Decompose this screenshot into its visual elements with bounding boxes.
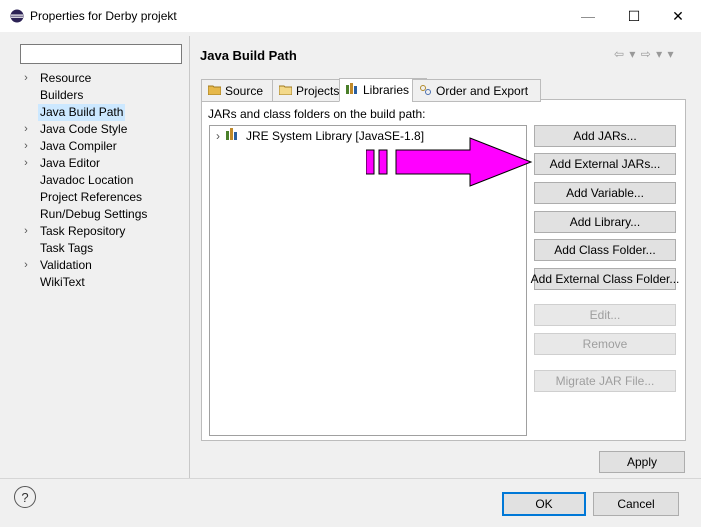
order-export-icon: [419, 84, 432, 98]
chevron-right-icon[interactable]: ›: [20, 257, 32, 274]
add-external-class-folder-button[interactable]: Add External Class Folder...: [531, 268, 679, 290]
tab-label: Projects: [296, 83, 340, 98]
chevron-right-icon[interactable]: ›: [20, 138, 32, 155]
tab-label: Libraries: [363, 83, 410, 97]
chevron-right-icon[interactable]: ›: [20, 70, 32, 87]
tree-item-label: Task Repository: [40, 224, 126, 238]
chevron-right-icon[interactable]: ›: [20, 155, 32, 172]
annotation-arrow-icon: [366, 137, 533, 187]
help-icon[interactable]: ?: [14, 486, 36, 508]
sash-divider[interactable]: [189, 36, 190, 478]
tree-item-label: Javadoc Location: [40, 173, 134, 187]
source-folder-icon: [207, 84, 222, 98]
tab-label: Source: [225, 83, 264, 98]
add-external-jars-button[interactable]: Add External JARs...: [534, 153, 676, 175]
tree-item-label: Task Tags: [40, 241, 94, 255]
footer-divider: [0, 478, 701, 479]
chevron-right-icon[interactable]: ›: [20, 223, 32, 240]
page-title: Java Build Path: [200, 48, 297, 63]
ok-button[interactable]: OK: [502, 492, 586, 516]
filter-input[interactable]: [20, 44, 182, 64]
tree-item-label: Java Code Style: [40, 122, 128, 136]
migrate-jar-button[interactable]: Migrate JAR File...: [534, 370, 676, 392]
eclipse-icon: [10, 9, 24, 23]
edit-button[interactable]: Edit...: [534, 304, 676, 326]
build-path-label: JARs and class folders on the build path…: [208, 107, 426, 121]
tree-item-label: Validation: [40, 258, 92, 272]
tree-item-label: WikiText: [40, 275, 85, 289]
chevron-right-icon[interactable]: ›: [216, 129, 220, 143]
cancel-button[interactable]: Cancel: [593, 492, 679, 516]
tree-item-label: Java Compiler: [40, 139, 117, 153]
window-title: Properties for Derby projekt: [30, 9, 177, 23]
tab-label: Order and Export: [436, 83, 529, 98]
remove-button[interactable]: Remove: [534, 333, 676, 355]
tree-item-label: Resource: [40, 71, 92, 85]
tree-item-label: Project References: [40, 190, 143, 204]
libraries-icon: [346, 83, 359, 97]
projects-folder-icon: [278, 84, 293, 98]
tab-order-and-export[interactable]: Order and Export: [412, 79, 541, 102]
close-button[interactable]: ✕: [655, 0, 701, 32]
jre-library-icon: [226, 128, 240, 143]
tree-item-label: Java Editor: [40, 156, 101, 170]
add-variable-button[interactable]: Add Variable...: [534, 182, 676, 204]
apply-button[interactable]: Apply: [599, 451, 685, 473]
minimize-button[interactable]: —: [565, 0, 611, 32]
add-class-folder-button[interactable]: Add Class Folder...: [534, 239, 676, 261]
tree-item-label: Java Build Path: [38, 104, 126, 121]
tree-item-label: Builders: [40, 88, 84, 102]
tree-item-label: Run/Debug Settings: [40, 207, 148, 221]
add-library-button[interactable]: Add Library...: [534, 211, 676, 233]
maximize-button[interactable]: ☐: [611, 0, 657, 32]
add-jars-button[interactable]: Add JARs...: [534, 125, 676, 147]
chevron-right-icon[interactable]: ›: [20, 121, 32, 138]
history-nav-arrows[interactable]: ⇦ ▾ ⇨ ▾ ▾: [614, 47, 675, 61]
